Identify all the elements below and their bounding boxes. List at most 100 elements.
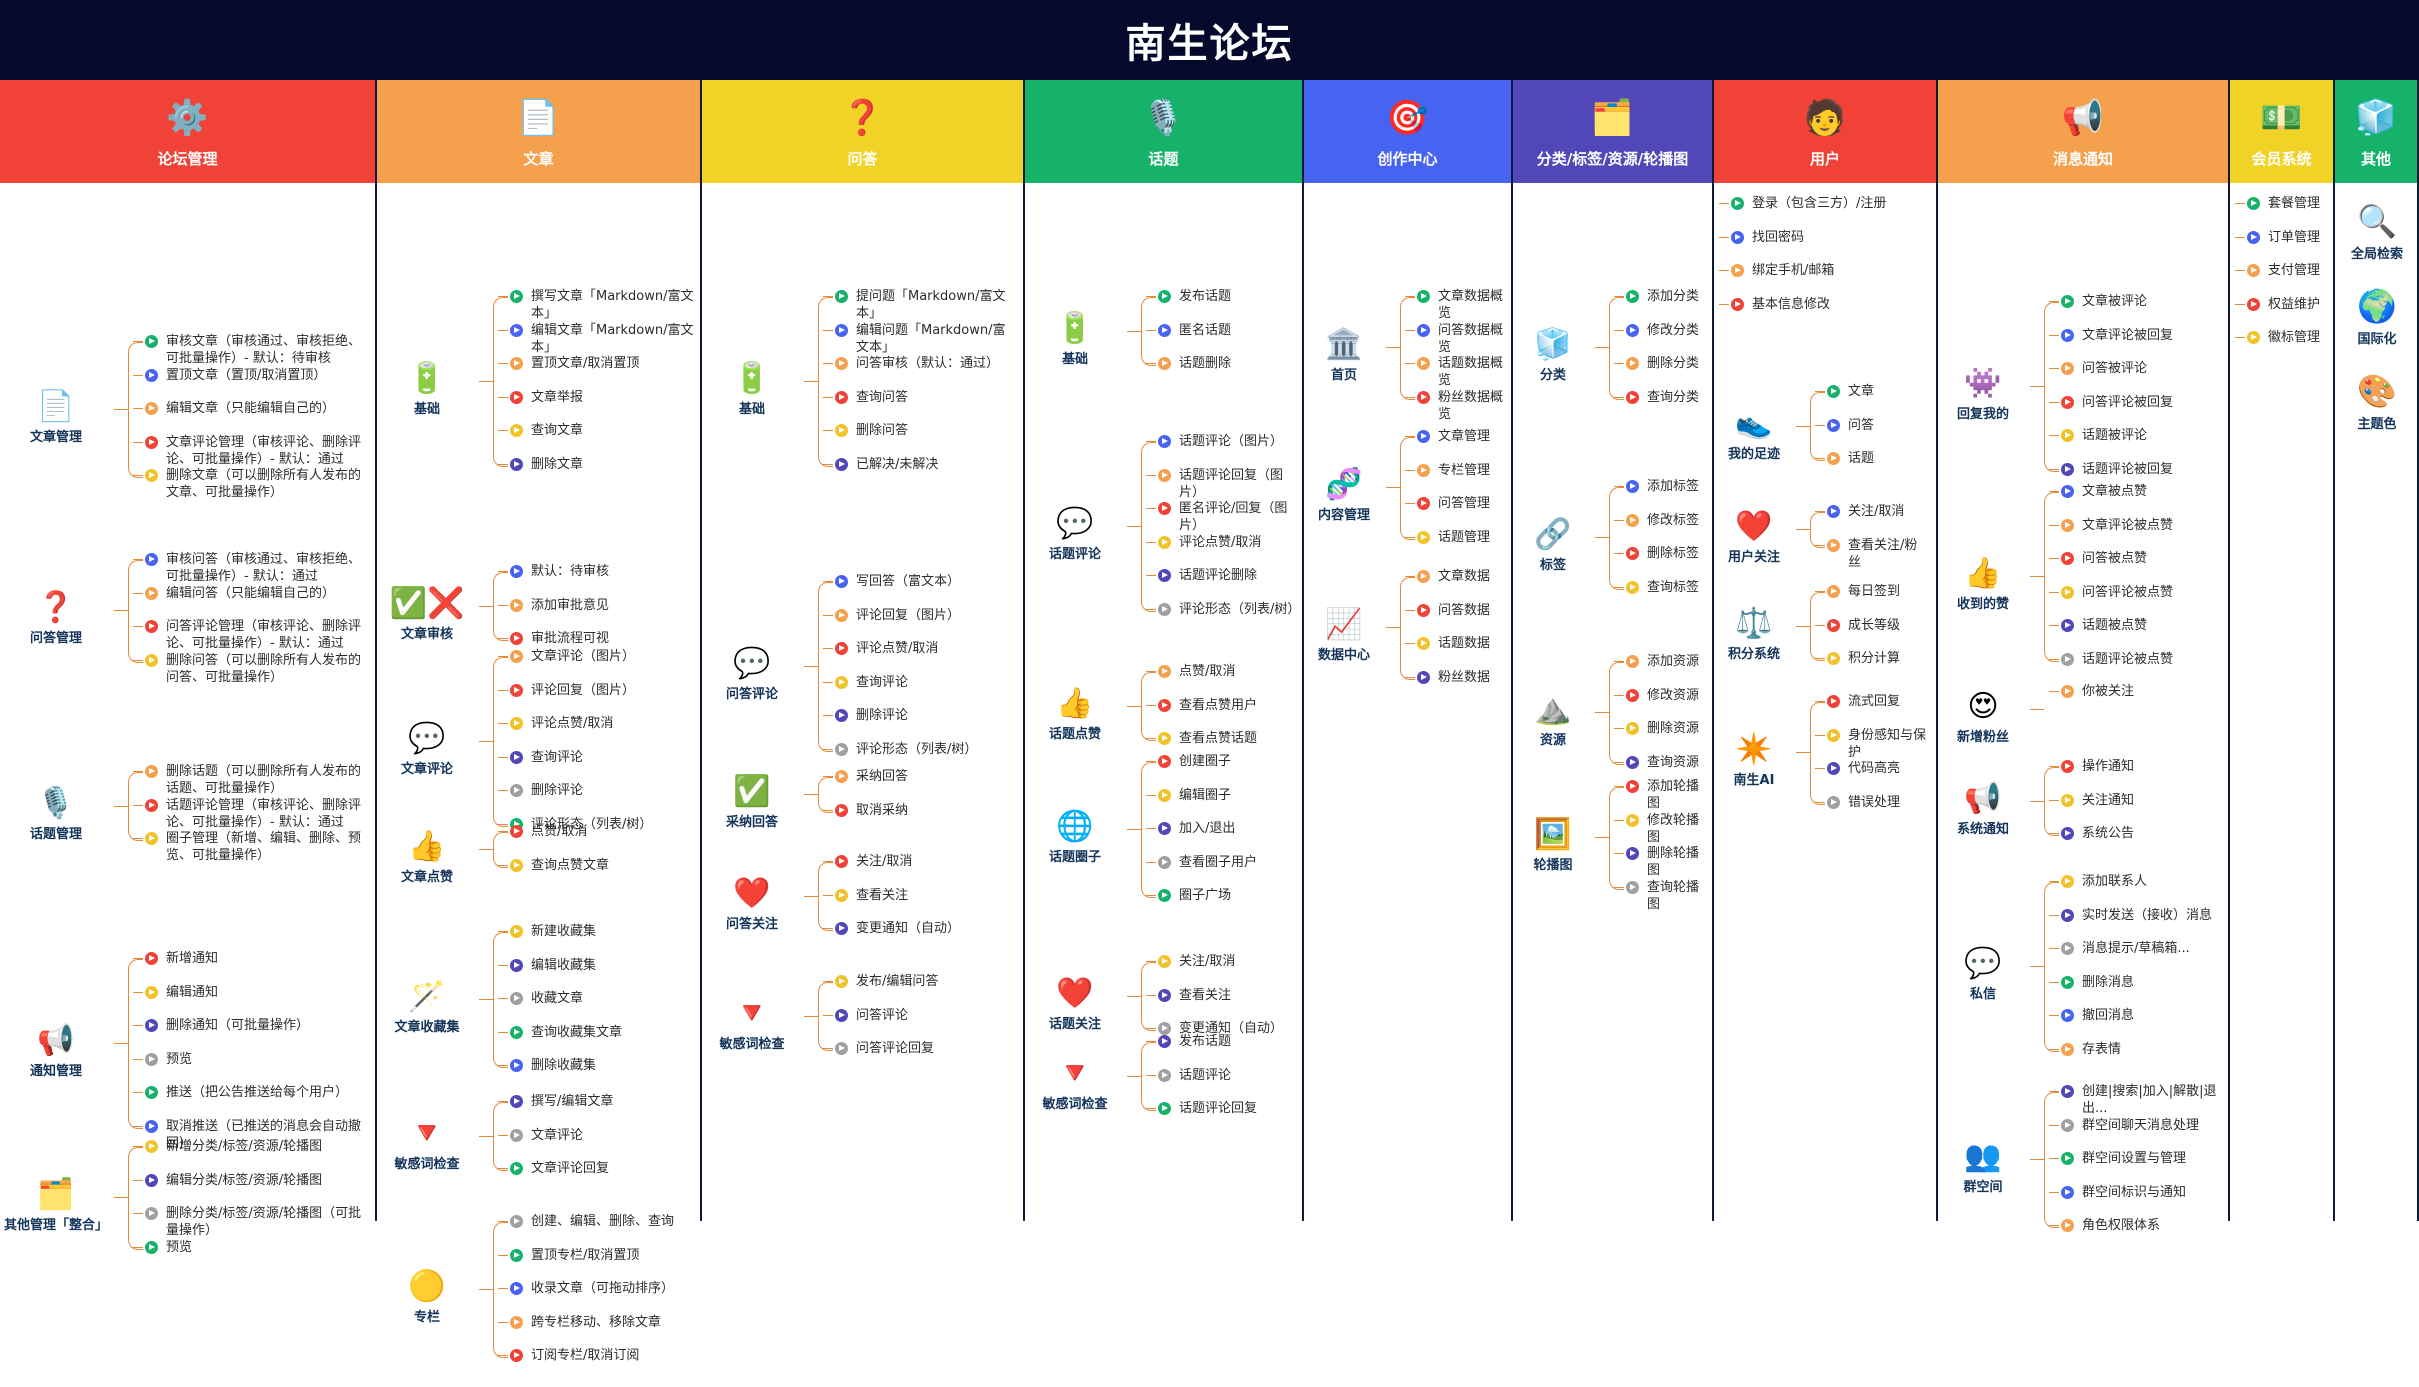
group-connector — [114, 1197, 128, 1199]
item-text: 实时发送（接收）消息 — [2082, 907, 2213, 923]
item-bullet-icon — [498, 958, 523, 972]
list-item: 添加审批意见 — [498, 597, 694, 614]
item-text: 文章评论回复 — [531, 1161, 610, 1177]
item-bullet-icon — [2235, 230, 2260, 244]
item-text: 问答被评论 — [2082, 361, 2148, 377]
item-bullet-icon — [1815, 505, 1840, 518]
item-bullet-icon — [498, 1349, 523, 1363]
item-bullet-icon — [823, 424, 848, 438]
list-item: 添加联系人 — [2049, 873, 2222, 890]
item-bullet-icon — [133, 368, 158, 382]
item-text: 已解决/未解决 — [856, 457, 939, 472]
column-header: 🗂️ 分类/标签/资源/轮播图 — [1513, 80, 1712, 183]
list-item: 专栏管理 — [1405, 462, 1505, 479]
group-icon: 👾 — [1964, 366, 2002, 401]
group-bracket — [1141, 1042, 1156, 1112]
group-bracket — [493, 657, 508, 827]
item-text: 编辑问题「Markdown/富文本」 — [856, 322, 1006, 355]
group-bracket — [818, 582, 833, 752]
group-bracket — [2044, 302, 2059, 472]
item-bullet-icon — [823, 770, 848, 783]
item-bullet-icon — [498, 458, 523, 471]
group-bracket — [493, 572, 508, 642]
item-text: 添加联系人 — [2082, 874, 2148, 889]
group-connector — [1127, 330, 1141, 332]
list-item: 文章被评论 — [2049, 293, 2222, 310]
item-text: 删除消息 — [2082, 974, 2135, 990]
item-bullet-icon — [823, 803, 848, 817]
item-bullet-icon — [1146, 732, 1171, 746]
item-text: 问答评论被点赞 — [2082, 584, 2174, 600]
item-text: 查看关注 — [1179, 987, 1232, 1003]
item-text: 查看关注/粉丝 — [1848, 537, 1918, 570]
group-bracket — [1400, 297, 1415, 400]
column-header: 📢 消息通知 — [1938, 80, 2228, 183]
group-1: 💬 话题评论 话题评论（图片） 话题评论回复（图片） 匿名评论/回复（图片） 评论点赞/取… — [1025, 433, 1304, 641]
item-bullet-icon — [133, 620, 158, 634]
item-text: 消息提示/草稿箱... — [2082, 941, 2190, 957]
group-icon: 🎙️ — [37, 785, 75, 821]
list-item: 文章评论被点赞 — [2049, 517, 2222, 534]
group-bracket — [1141, 672, 1156, 742]
item-bullet-icon — [2049, 685, 2074, 698]
item-bullet-icon — [133, 1207, 158, 1221]
list-item: 修改分类 — [1614, 322, 1706, 339]
group-connector — [1127, 995, 1141, 997]
item-bullet-icon — [1614, 390, 1639, 404]
item-bullet-icon — [1719, 264, 1744, 278]
list-item: 默认：待审核 — [498, 563, 694, 580]
column-body: 套餐管理 订单管理 支付管理 权益维护 徽标管理 — [2230, 183, 2333, 1221]
list-item: 实时发送（接收）消息 — [2049, 907, 2222, 924]
item-bullet-icon — [1146, 788, 1171, 802]
item-bullet-icon — [2049, 793, 2074, 807]
group-connector — [2030, 800, 2044, 802]
list-item: 删除话题（可以删除所有人发布的话题、可批量操作） — [133, 763, 369, 797]
group-connector — [1386, 627, 1400, 629]
item-bullet-icon — [2049, 552, 2074, 566]
item-text: 置顶专栏/取消置顶 — [531, 1247, 640, 1263]
list-item: 查询标签 — [1614, 579, 1706, 596]
list-item: 评论点赞/取消 — [823, 640, 1017, 657]
list-item: 删除文章（可以删除所有人发布的文章、可批量操作） — [133, 467, 369, 501]
item-text: 删除文章（可以删除所有人发布的文章、可批量操作） — [166, 468, 362, 501]
list-item: 匿名评论/回复（图片） — [1146, 500, 1296, 534]
item-bullet-icon — [2049, 295, 2074, 308]
item-text: 关注/取消 — [1179, 954, 1236, 969]
item-bullet-icon — [1719, 197, 1744, 210]
group-bracket — [1400, 577, 1415, 680]
item-bullet-icon — [133, 586, 158, 600]
list-item: 编辑文章「Markdown/富文本」 — [498, 322, 694, 356]
item-bullet-icon — [1405, 497, 1430, 511]
item-text: 编辑问答（只能编辑自己的） — [166, 585, 336, 601]
list-item: 查看关注/粉丝 — [1815, 537, 1930, 571]
list-item: 问答评论被回复 — [2049, 394, 2222, 411]
item-bullet-icon — [823, 709, 848, 723]
column-2: ❓ 问答 🔋 基础 提问题「Markdown/富文本」 编辑问题「Markdown/富文本… — [702, 80, 1025, 1221]
list-item: 系统公告 — [2049, 825, 2222, 842]
item-text: 成长等级 — [1848, 617, 1901, 633]
group-icon: 👍 — [1964, 556, 2002, 591]
list-item: 群空间标识与通知 — [2049, 1184, 2222, 1201]
item-text: 文章评论管理（审核评论、删除评论、可批量操作）- 默认：通过 — [166, 434, 362, 467]
item-bullet-icon — [498, 290, 523, 303]
group-label: 文章收藏集 — [394, 1020, 460, 1036]
list-item: 删除分类/标签/资源/轮播图（可批量操作） — [133, 1205, 369, 1239]
item-bullet-icon — [1614, 655, 1639, 668]
group-connector — [1127, 526, 1141, 527]
list-item: 删除评论 — [498, 782, 694, 799]
list-item: 取消采纳 — [823, 802, 1017, 819]
list-item: 订阅专栏/取消订阅 — [498, 1347, 694, 1364]
root-item: 套餐管理 — [2235, 195, 2325, 212]
group-icon: 🟡 — [408, 1269, 446, 1305]
group-label: 问答评论 — [725, 687, 778, 702]
group-label: 轮播图 — [1533, 858, 1573, 874]
group-connector — [1127, 1075, 1141, 1077]
group-label: 其他管理「整合」 — [3, 1218, 108, 1234]
group-icon: ❤️ — [733, 875, 771, 911]
column-title: 消息通知 — [2052, 150, 2113, 168]
item-bullet-icon — [2049, 463, 2074, 476]
group-2: ⚖️ 积分系统 每日签到 成长等级 积分计算 — [1714, 583, 1938, 690]
item-bullet-icon — [498, 1315, 523, 1329]
item-text: 匿名评论/回复（图片） — [1179, 501, 1288, 534]
item-text: 评论回复（图片） — [856, 607, 961, 623]
